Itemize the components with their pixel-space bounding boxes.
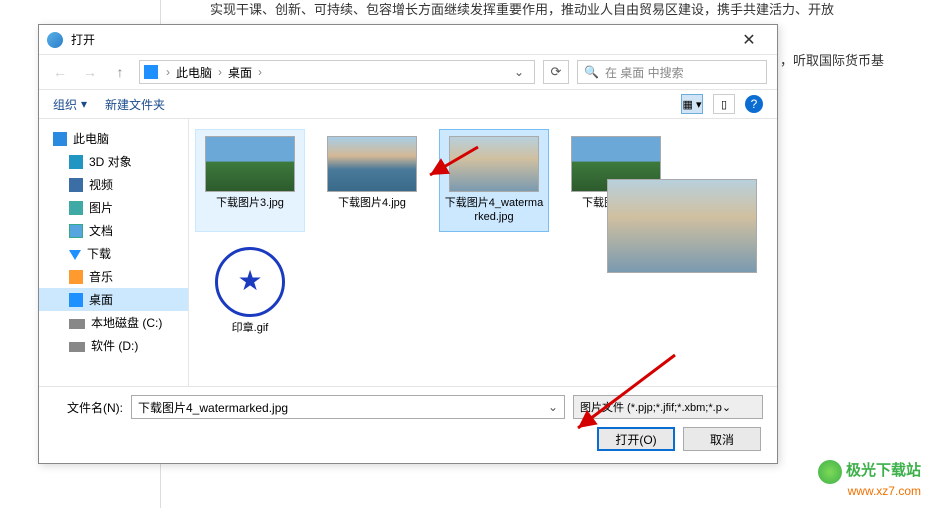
pic-icon — [69, 201, 83, 215]
breadcrumb[interactable]: › 此电脑 › 桌面 › ⌄ — [139, 60, 535, 84]
toolbar: 组织▾ 新建文件夹 ▦ ▾ ▯ ? — [39, 89, 777, 119]
dialog-title: 打开 — [71, 31, 729, 48]
file-thumbnail — [205, 136, 295, 192]
filter-text: 图片文件 (*.pjp;*.jfif;*.xbm;*.p — [580, 399, 722, 415]
sidebar-item-label: 软件 (D:) — [91, 337, 138, 354]
sidebar-item-label: 3D 对象 — [89, 153, 132, 170]
open-button[interactable]: 打开(O) — [597, 427, 675, 451]
file-list: 下载图片3.jpg下载图片4.jpg下载图片4_watermarked.jpg下… — [189, 119, 777, 386]
cancel-button[interactable]: 取消 — [683, 427, 761, 451]
filename-input[interactable]: 下载图片4_watermarked.jpg ⌄ — [131, 395, 565, 419]
file-item[interactable]: 下载图片4.jpg — [317, 129, 427, 232]
doc-icon — [69, 224, 83, 238]
cube-icon — [69, 155, 83, 169]
file-thumbnail — [215, 247, 285, 317]
open-file-dialog: 打开 ✕ ← → ↑ › 此电脑 › 桌面 › ⌄ ⟳ 🔍 在 桌面 中搜索 组… — [38, 24, 778, 464]
watermark-logo-icon — [818, 460, 842, 484]
filename-value: 下载图片4_watermarked.jpg — [138, 399, 288, 416]
search-input[interactable]: 🔍 在 桌面 中搜索 — [577, 60, 767, 84]
sidebar-item-label: 视频 — [89, 176, 113, 193]
sidebar-item-下载[interactable]: 下载 — [39, 242, 188, 265]
organize-menu[interactable]: 组织▾ — [53, 96, 87, 113]
view-thumbnails-button[interactable]: ▦ ▾ — [681, 94, 703, 114]
file-name: 印章.gif — [232, 321, 269, 335]
up-button[interactable]: ↑ — [109, 61, 131, 83]
navigation-bar: ← → ↑ › 此电脑 › 桌面 › ⌄ ⟳ 🔍 在 桌面 中搜索 — [39, 55, 777, 89]
chevron-right-icon: › — [256, 65, 264, 79]
sidebar-item-label: 下载 — [87, 245, 111, 262]
disk-icon — [69, 342, 85, 352]
disk-icon — [69, 319, 85, 329]
sidebar-item-label: 文档 — [89, 222, 113, 239]
sidebar-item-本地磁盘 (C:)[interactable]: 本地磁盘 (C:) — [39, 311, 188, 334]
sidebar-item-文档[interactable]: 文档 — [39, 219, 188, 242]
file-name: 下载图片3.jpg — [216, 196, 284, 210]
breadcrumb-desktop[interactable]: 桌面 — [224, 64, 256, 81]
refresh-button[interactable]: ⟳ — [543, 60, 569, 84]
back-button[interactable]: ← — [49, 61, 71, 83]
video-icon — [69, 178, 83, 192]
titlebar: 打开 ✕ — [39, 25, 777, 55]
file-thumbnail — [449, 136, 539, 192]
bottom-panel: 文件名(N): 下载图片4_watermarked.jpg ⌄ 图片文件 (*.… — [39, 386, 777, 463]
sidebar-item-视频[interactable]: 视频 — [39, 173, 188, 196]
pc-icon — [144, 65, 158, 79]
forward-button[interactable]: → — [79, 61, 101, 83]
chevron-right-icon: › — [164, 65, 172, 79]
close-button[interactable]: ✕ — [729, 30, 769, 50]
file-name: 下载图片4_watermarked.jpg — [444, 196, 544, 225]
sidebar-item-桌面[interactable]: 桌面 — [39, 288, 188, 311]
file-item[interactable]: 下载图片4_watermarked.jpg — [439, 129, 549, 232]
breadcrumb-dropdown[interactable]: ⌄ — [508, 65, 530, 79]
dl-icon — [69, 250, 81, 260]
watermark-name: 极光下载站 — [846, 462, 921, 479]
sidebar-item-label: 图片 — [89, 199, 113, 216]
file-type-filter[interactable]: 图片文件 (*.pjp;*.jfif;*.xbm;*.p ⌄ — [573, 395, 763, 419]
sidebar-item-软件 (D:)[interactable]: 软件 (D:) — [39, 334, 188, 357]
chevron-right-icon: › — [216, 65, 224, 79]
sidebar-item-label: 桌面 — [89, 291, 113, 308]
background-text: 实现干课、创新、可持续、包容增长方面继续发挥重要作用，推动业人自由贸易区建设，携… — [200, 0, 919, 21]
file-item[interactable]: 印章.gif — [195, 240, 305, 342]
filename-label: 文件名(N): — [53, 399, 123, 416]
new-folder-button[interactable]: 新建文件夹 — [105, 96, 165, 113]
music-icon — [69, 270, 83, 284]
chevron-down-icon[interactable]: ⌄ — [548, 400, 558, 414]
watermark-url: www.xz7.com — [818, 484, 921, 498]
background-text-2: ，听取国际货币基 — [780, 50, 884, 69]
sidebar-item-label: 此电脑 — [73, 130, 109, 147]
sidebar-item-label: 本地磁盘 (C:) — [91, 314, 162, 331]
sidebar-item-此电脑[interactable]: 此电脑 — [39, 127, 188, 150]
pc-icon — [53, 132, 67, 146]
sidebar-item-图片[interactable]: 图片 — [39, 196, 188, 219]
view-details-button[interactable]: ▯ — [713, 94, 735, 114]
file-thumbnail — [327, 136, 417, 192]
file-item[interactable]: 下载图片3.jpg — [195, 129, 305, 232]
search-placeholder: 在 桌面 中搜索 — [605, 64, 684, 81]
watermark: 极光下载站 www.xz7.com — [818, 459, 921, 498]
sidebar-item-音乐[interactable]: 音乐 — [39, 265, 188, 288]
search-icon: 🔍 — [584, 65, 599, 79]
chevron-down-icon: ▾ — [81, 97, 87, 111]
desk-icon — [69, 293, 83, 307]
breadcrumb-thispc[interactable]: 此电脑 — [172, 64, 216, 81]
sidebar-item-label: 音乐 — [89, 268, 113, 285]
help-button[interactable]: ? — [745, 95, 763, 113]
sidebar-item-3D 对象[interactable]: 3D 对象 — [39, 150, 188, 173]
preview-thumbnail — [607, 179, 757, 273]
app-icon — [47, 32, 63, 48]
file-name: 下载图片4.jpg — [338, 196, 406, 210]
sidebar: 此电脑 3D 对象视频图片文档下载音乐桌面本地磁盘 (C:) 软件 (D:) — [39, 119, 189, 386]
chevron-down-icon[interactable]: ⌄ — [722, 401, 731, 414]
